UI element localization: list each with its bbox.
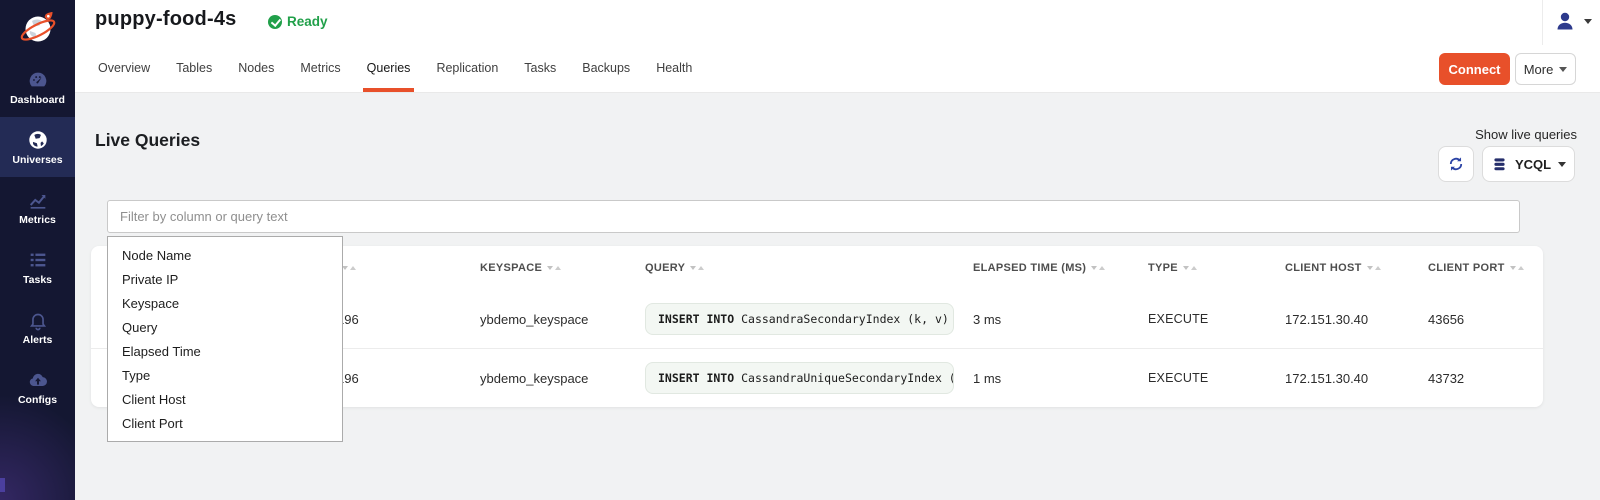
tab-queries[interactable]: Queries [354,45,424,92]
cloud-upload-icon [27,369,49,391]
sort-icon [1091,266,1105,270]
client-host-cell: 172.151.30.40 [1285,371,1428,386]
tabs: Overview Tables Nodes Metrics Queries Re… [85,45,705,92]
client-host-cell: 172.151.30.40 [1285,312,1428,327]
sort-icon [547,266,561,270]
user-menu[interactable] [1553,9,1592,33]
sort-icon [1183,266,1197,270]
sidebar-item-label: Configs [18,394,57,406]
more-button[interactable]: More [1515,53,1576,85]
show-live-queries-label: Show live queries [1438,127,1577,142]
check-circle-icon [268,15,282,29]
column-header-client-port[interactable]: CLIENT PORT [1428,262,1527,274]
column-header-keyspace[interactable]: KEYSPACE [480,262,645,274]
column-header-client-host[interactable]: CLIENT HOST [1285,262,1428,274]
page-title: Live Queries [95,130,200,151]
sidebar-item-label: Dashboard [10,94,65,106]
query-code-block: INSERT INTO CassandraSecondaryIndex (k, … [645,303,954,335]
connect-button[interactable]: Connect [1439,53,1510,85]
api-selector-dropdown[interactable]: YCQL [1482,146,1575,182]
sidebar-item-label: Alerts [23,334,53,346]
sidebar-item-dashboard[interactable]: Dashboard [0,57,75,117]
filter-menu-item-node-name[interactable]: Node Name [108,243,342,267]
filter-menu-item-private-ip[interactable]: Private IP [108,267,342,291]
tab-tasks[interactable]: Tasks [511,45,569,92]
tab-health[interactable]: Health [643,45,705,92]
elapsed-time-cell: 3 ms [973,312,1148,327]
sort-icon [1510,266,1524,270]
client-port-cell: 43656 [1428,312,1527,327]
globe-icon [27,129,49,151]
filter-menu-item-client-host[interactable]: Client Host [108,387,342,411]
list-icon [27,249,49,271]
tab-metrics[interactable]: Metrics [287,45,353,92]
sidebar-item-configs[interactable]: Configs [0,357,75,417]
column-header-elapsed-time[interactable]: ELAPSED TIME (MS) [973,262,1148,274]
header-divider [1542,0,1543,45]
status-badge: Ready [268,14,328,29]
sidebar-item-metrics[interactable]: Metrics [0,177,75,237]
sort-icon [690,266,704,270]
tab-tables[interactable]: Tables [163,45,225,92]
top-bar: puppy-food-4s Ready [75,0,1600,45]
universe-tab-bar: Overview Tables Nodes Metrics Queries Re… [75,45,1600,93]
chevron-down-icon [1559,67,1567,72]
type-cell: EXECUTE [1148,312,1285,326]
tab-replication[interactable]: Replication [423,45,511,92]
chevron-down-icon [1558,162,1566,167]
column-header-type[interactable]: TYPE [1148,262,1285,274]
elapsed-time-cell: 1 ms [973,371,1148,386]
sidebar-item-universes[interactable]: Universes [0,117,75,177]
tab-overview[interactable]: Overview [85,45,163,92]
keyspace-cell: ybdemo_keyspace [480,312,645,327]
chevron-down-icon [1584,19,1592,24]
refresh-button[interactable] [1438,146,1474,182]
bell-icon [27,309,49,331]
sidebar-item-label: Metrics [19,214,56,226]
query-filter-input[interactable] [107,200,1520,233]
tab-nodes[interactable]: Nodes [225,45,287,92]
database-icon [1491,156,1508,173]
filter-menu-item-client-port[interactable]: Client Port [108,411,342,435]
yugabyte-logo-icon[interactable] [15,5,61,51]
status-text: Ready [287,14,328,29]
sidebar-nav: Dashboard Universes Metrics [0,57,75,417]
keyspace-cell: ybdemo_keyspace [480,371,645,386]
universe-title: puppy-food-4s [95,8,236,31]
filter-menu-item-query[interactable]: Query [108,315,342,339]
filter-menu-item-type[interactable]: Type [108,363,342,387]
more-button-label: More [1524,62,1554,77]
query-cell: INSERT INTO CassandraSecondaryIndex (k, … [645,303,973,335]
tab-backups[interactable]: Backups [569,45,643,92]
sidebar-bottom-fragment [0,478,5,492]
filter-column-menu: Node Name Private IP Keyspace Query Elap… [107,236,343,442]
line-chart-icon [27,189,49,211]
column-header-query[interactable]: QUERY [645,262,973,274]
sidebar-item-label: Universes [12,154,62,166]
sort-icon [342,266,356,270]
filter-menu-item-keyspace[interactable]: Keyspace [108,291,342,315]
api-selected-label: YCQL [1515,157,1551,172]
sidebar-item-label: Tasks [23,274,52,286]
sidebar-item-alerts[interactable]: Alerts [0,297,75,357]
query-cell: INSERT INTO CassandraUniqueSecondaryInde… [645,362,973,394]
query-code-block: INSERT INTO CassandraUniqueSecondaryInde… [645,362,954,394]
refresh-icon [1447,155,1465,173]
sidebar-item-tasks[interactable]: Tasks [0,237,75,297]
gauge-icon [27,69,49,91]
sidebar: Dashboard Universes Metrics [0,0,75,500]
client-port-cell: 43732 [1428,371,1527,386]
user-avatar-icon [1553,9,1577,33]
sort-icon [1367,266,1381,270]
type-cell: EXECUTE [1148,371,1285,385]
filter-menu-item-elapsed-time[interactable]: Elapsed Time [108,339,342,363]
